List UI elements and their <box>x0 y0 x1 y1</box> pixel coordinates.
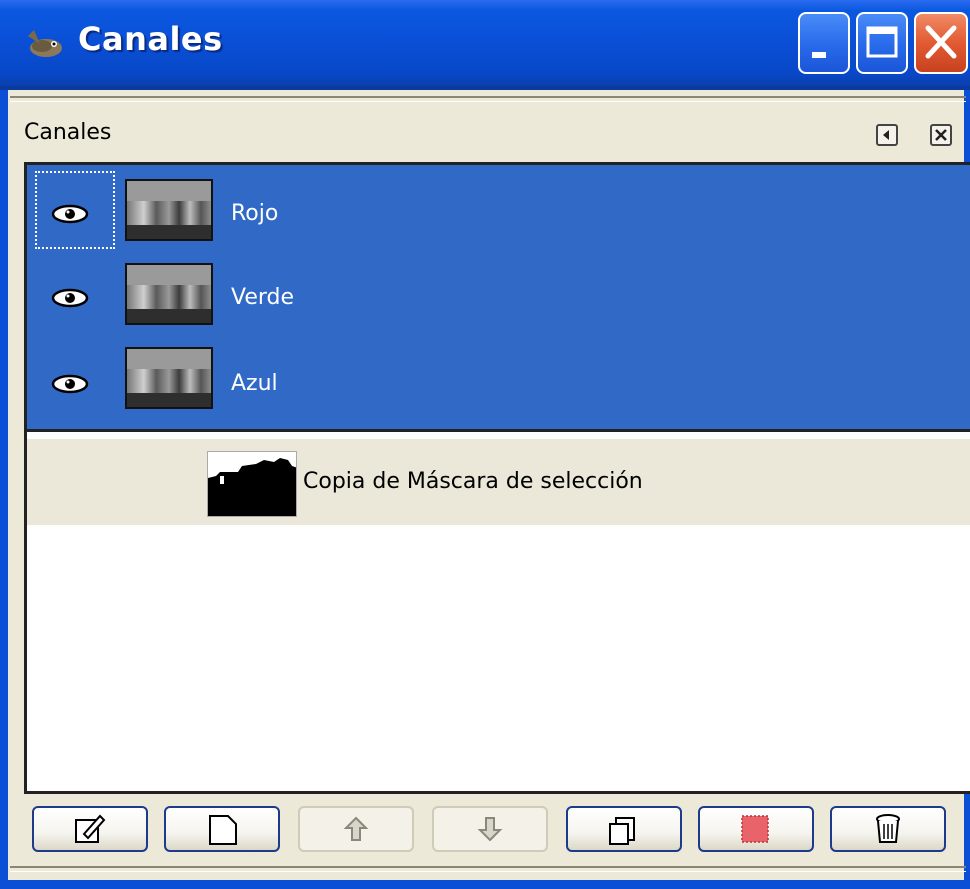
title-bar[interactable]: Canales <box>0 0 970 90</box>
channel-to-selection-button[interactable] <box>698 806 814 852</box>
window-frame-left <box>0 90 8 889</box>
close-tab-button[interactable] <box>930 124 952 146</box>
saved-channel-label[interactable]: Copia de Máscara de selección <box>303 469 643 494</box>
edit-channel-button[interactable] <box>32 806 148 852</box>
bottom-separator <box>10 866 966 872</box>
raise-channel-icon <box>343 816 369 841</box>
close-tab-icon <box>935 129 947 141</box>
visibility-eye-icon[interactable] <box>51 203 89 225</box>
top-separator <box>10 96 966 102</box>
channel-row-verde[interactable]: Verde <box>27 251 970 335</box>
raise-channel-button[interactable] <box>298 806 414 852</box>
visibility-eye-icon[interactable] <box>51 287 89 309</box>
minimize-icon <box>812 52 826 58</box>
list-divider <box>27 429 970 439</box>
lower-channel-icon <box>477 817 503 842</box>
channel-row-rojo[interactable]: Rojo <box>27 165 970 249</box>
channel-to-selection-icon <box>741 815 769 843</box>
gimp-wilber-icon <box>28 30 62 57</box>
maximize-button[interactable] <box>856 12 908 74</box>
maximize-icon <box>866 26 898 58</box>
channel-label[interactable]: Rojo <box>231 201 278 226</box>
edit-channel-attributes-icon <box>75 814 106 843</box>
duplicate-channel-button[interactable] <box>566 806 682 852</box>
duplicate-channel-icon <box>609 817 635 845</box>
close-icon <box>925 25 957 59</box>
tab-menu-icon <box>883 130 889 140</box>
channel-thumbnail <box>125 179 213 241</box>
visibility-eye-icon[interactable] <box>51 373 89 395</box>
lower-channel-button[interactable] <box>432 806 548 852</box>
channel-list[interactable]: Rojo Verde Azul Copia de Máscara de sele… <box>24 162 970 794</box>
minimize-button[interactable] <box>798 12 850 74</box>
window-title: Canales <box>78 20 223 58</box>
channel-label[interactable]: Verde <box>231 285 294 310</box>
tab-menu-button[interactable] <box>876 124 898 146</box>
channel-label[interactable]: Azul <box>231 371 278 396</box>
new-channel-button[interactable] <box>164 806 280 852</box>
close-button[interactable] <box>914 12 968 74</box>
channel-row-azul[interactable]: Azul <box>27 337 970 421</box>
delete-channel-icon <box>876 814 900 843</box>
selected-channels-block: Rojo Verde Azul <box>27 165 970 429</box>
channel-thumbnail <box>125 263 213 325</box>
saved-channel-row[interactable]: Copia de Máscara de selección <box>27 439 970 525</box>
delete-channel-button[interactable] <box>830 806 946 852</box>
window-frame-bottom <box>0 880 970 889</box>
channel-thumbnail <box>125 347 213 409</box>
new-channel-icon <box>209 815 237 845</box>
panel-title: Canales <box>24 120 112 145</box>
mask-thumbnail <box>207 451 297 517</box>
